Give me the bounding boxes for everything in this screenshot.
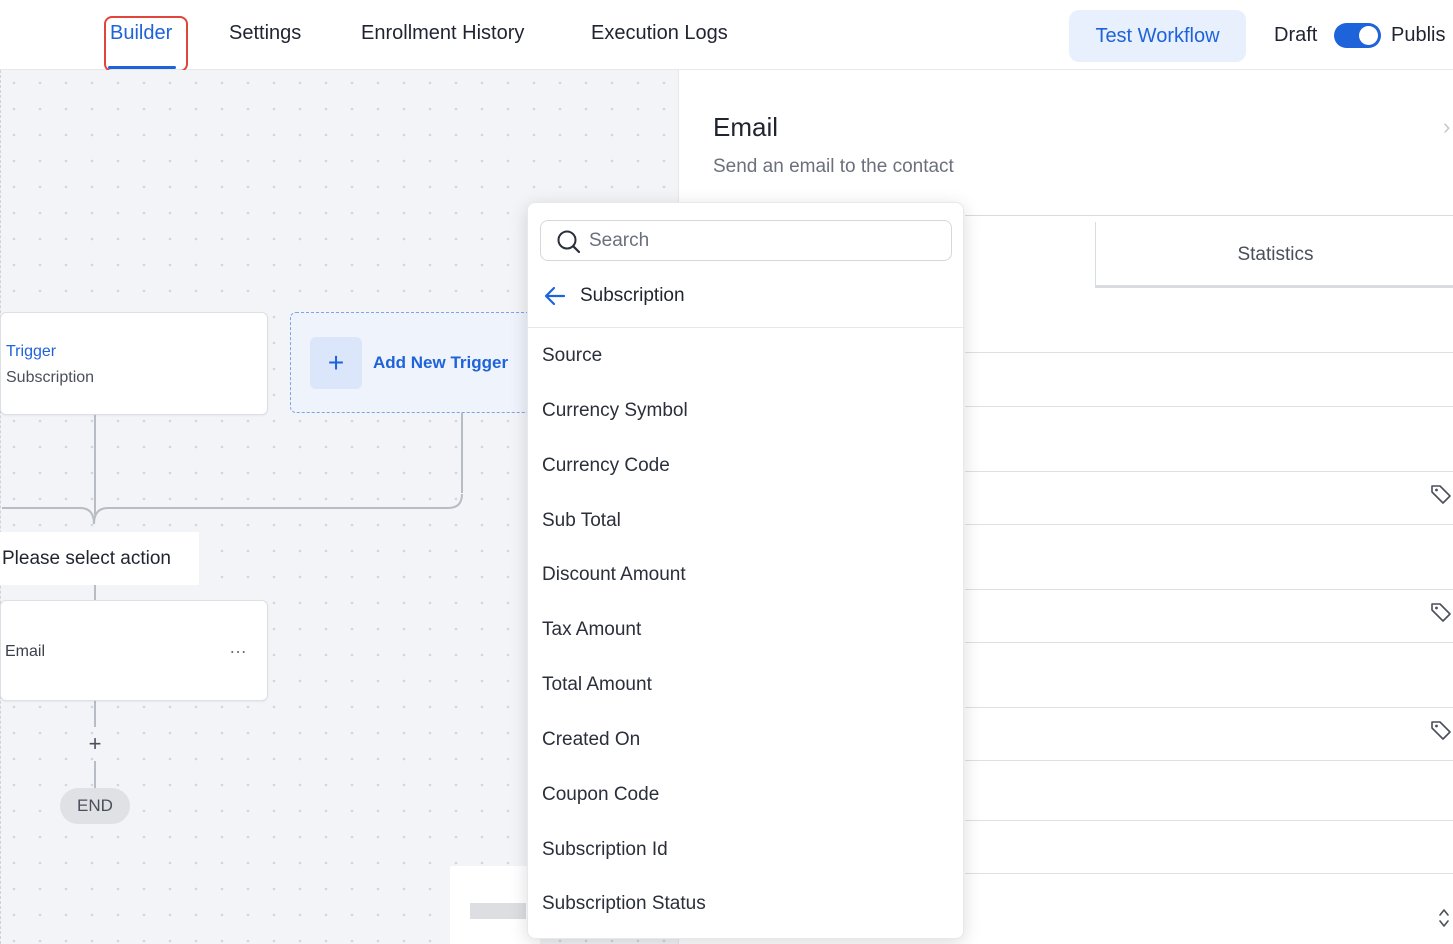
search-box[interactable] (540, 220, 952, 261)
email-node-label: Email (5, 643, 46, 660)
field-border (965, 589, 1453, 590)
active-tab-indicator (108, 66, 176, 69)
tag-icon[interactable] (1429, 718, 1453, 742)
plus-icon: + (310, 337, 362, 389)
connector-branch (2, 493, 463, 525)
option-created-on[interactable]: Created On (542, 729, 640, 751)
field-border (965, 642, 1453, 643)
field-border (965, 707, 1453, 708)
panel-subtitle: Send an email to the contact (713, 156, 954, 177)
select-action-label: Please select action (0, 532, 199, 585)
field-border (965, 524, 1453, 525)
toggle-knob (1359, 26, 1378, 45)
tab-settings[interactable]: Settings (229, 22, 301, 45)
placeholder-bar (470, 903, 526, 919)
option-discount-amount[interactable]: Discount Amount (542, 564, 686, 586)
field-border (965, 820, 1453, 821)
tab-enrollment-history[interactable]: Enrollment History (361, 22, 524, 45)
add-new-trigger-button[interactable]: + Add New Trigger (290, 312, 550, 413)
option-currency-code[interactable]: Currency Code (542, 455, 670, 477)
publish-toggle[interactable] (1334, 23, 1381, 48)
more-options-icon[interactable]: … (229, 637, 248, 658)
option-coupon-code[interactable]: Coupon Code (542, 784, 659, 806)
connector-line (94, 701, 96, 727)
option-subscription-status[interactable]: Subscription Status (542, 893, 706, 915)
option-total-amount[interactable]: Total Amount (542, 674, 652, 696)
email-action-node[interactable]: Email … (0, 600, 268, 701)
tab-statistics[interactable]: Statistics (1095, 222, 1453, 288)
tag-icon[interactable] (1429, 482, 1453, 506)
search-input[interactable] (589, 225, 939, 257)
back-to-categories-button[interactable]: Subscription (528, 273, 965, 328)
add-trigger-label: Add New Trigger (373, 353, 509, 372)
statistics-tab-underline (1095, 285, 1453, 288)
option-sub-total[interactable]: Sub Total (542, 510, 621, 532)
arrow-left-icon (544, 286, 566, 306)
end-node: END (60, 788, 130, 824)
field-border (965, 406, 1453, 407)
add-step-button[interactable]: + (85, 731, 105, 756)
category-label: Subscription (580, 285, 685, 306)
option-tax-amount[interactable]: Tax Amount (542, 619, 641, 641)
trigger-title: Trigger (6, 343, 57, 360)
field-border (965, 352, 1453, 353)
panel-title: Email (713, 112, 779, 142)
field-border (965, 873, 1453, 874)
variable-picker-dropdown: Subscription Source Currency Symbol Curr… (527, 202, 965, 939)
chevron-up-down-icon[interactable] (1437, 906, 1451, 930)
test-workflow-button[interactable]: Test Workflow (1069, 10, 1246, 62)
close-icon[interactable]: › (1443, 114, 1450, 140)
tag-icon[interactable] (1429, 600, 1453, 624)
search-icon (557, 230, 581, 254)
trigger-node[interactable]: Trigger Subscription (0, 312, 268, 415)
tab-execution-logs[interactable]: Execution Logs (591, 22, 728, 45)
option-subscription-id[interactable]: Subscription Id (542, 839, 668, 861)
trigger-subtitle: Subscription (6, 369, 95, 386)
connector-line (94, 585, 96, 601)
field-border (965, 760, 1453, 761)
publish-label: Publis (1391, 24, 1446, 46)
divider (965, 215, 1453, 216)
option-source[interactable]: Source (542, 345, 602, 367)
field-border (965, 471, 1453, 472)
tab-builder[interactable]: Builder (110, 22, 172, 45)
connector-line (94, 761, 96, 788)
draft-label: Draft (1274, 24, 1318, 46)
option-currency-symbol[interactable]: Currency Symbol (542, 400, 688, 422)
top-nav: Builder Settings Enrollment History Exec… (0, 0, 1453, 72)
